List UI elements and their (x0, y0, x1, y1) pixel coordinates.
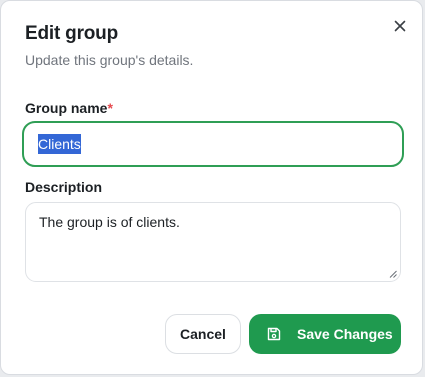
required-marker: * (107, 100, 113, 116)
close-button[interactable] (390, 16, 410, 36)
group-name-input[interactable]: Clients (22, 121, 404, 167)
description-textarea[interactable]: The group is of clients. (25, 202, 401, 282)
save-button-label: Save Changes (297, 326, 393, 342)
edit-group-dialog: Edit group Update this group's details. … (0, 0, 423, 375)
close-icon (394, 20, 406, 32)
description-label: Description (25, 179, 103, 195)
group-name-label: Group name* (25, 100, 113, 116)
description-value: The group is of clients. (39, 214, 180, 230)
save-changes-button[interactable]: Save Changes (249, 314, 401, 354)
group-name-value: Clients (38, 134, 81, 154)
cancel-button-label: Cancel (180, 326, 226, 342)
cancel-button[interactable]: Cancel (165, 314, 241, 354)
dialog-title: Edit group (25, 23, 118, 44)
floppy-disk-icon (267, 327, 281, 341)
resize-grip-icon[interactable] (389, 270, 397, 278)
dialog-subtitle: Update this group's details. (25, 52, 194, 68)
group-name-label-text: Group name (25, 100, 108, 116)
